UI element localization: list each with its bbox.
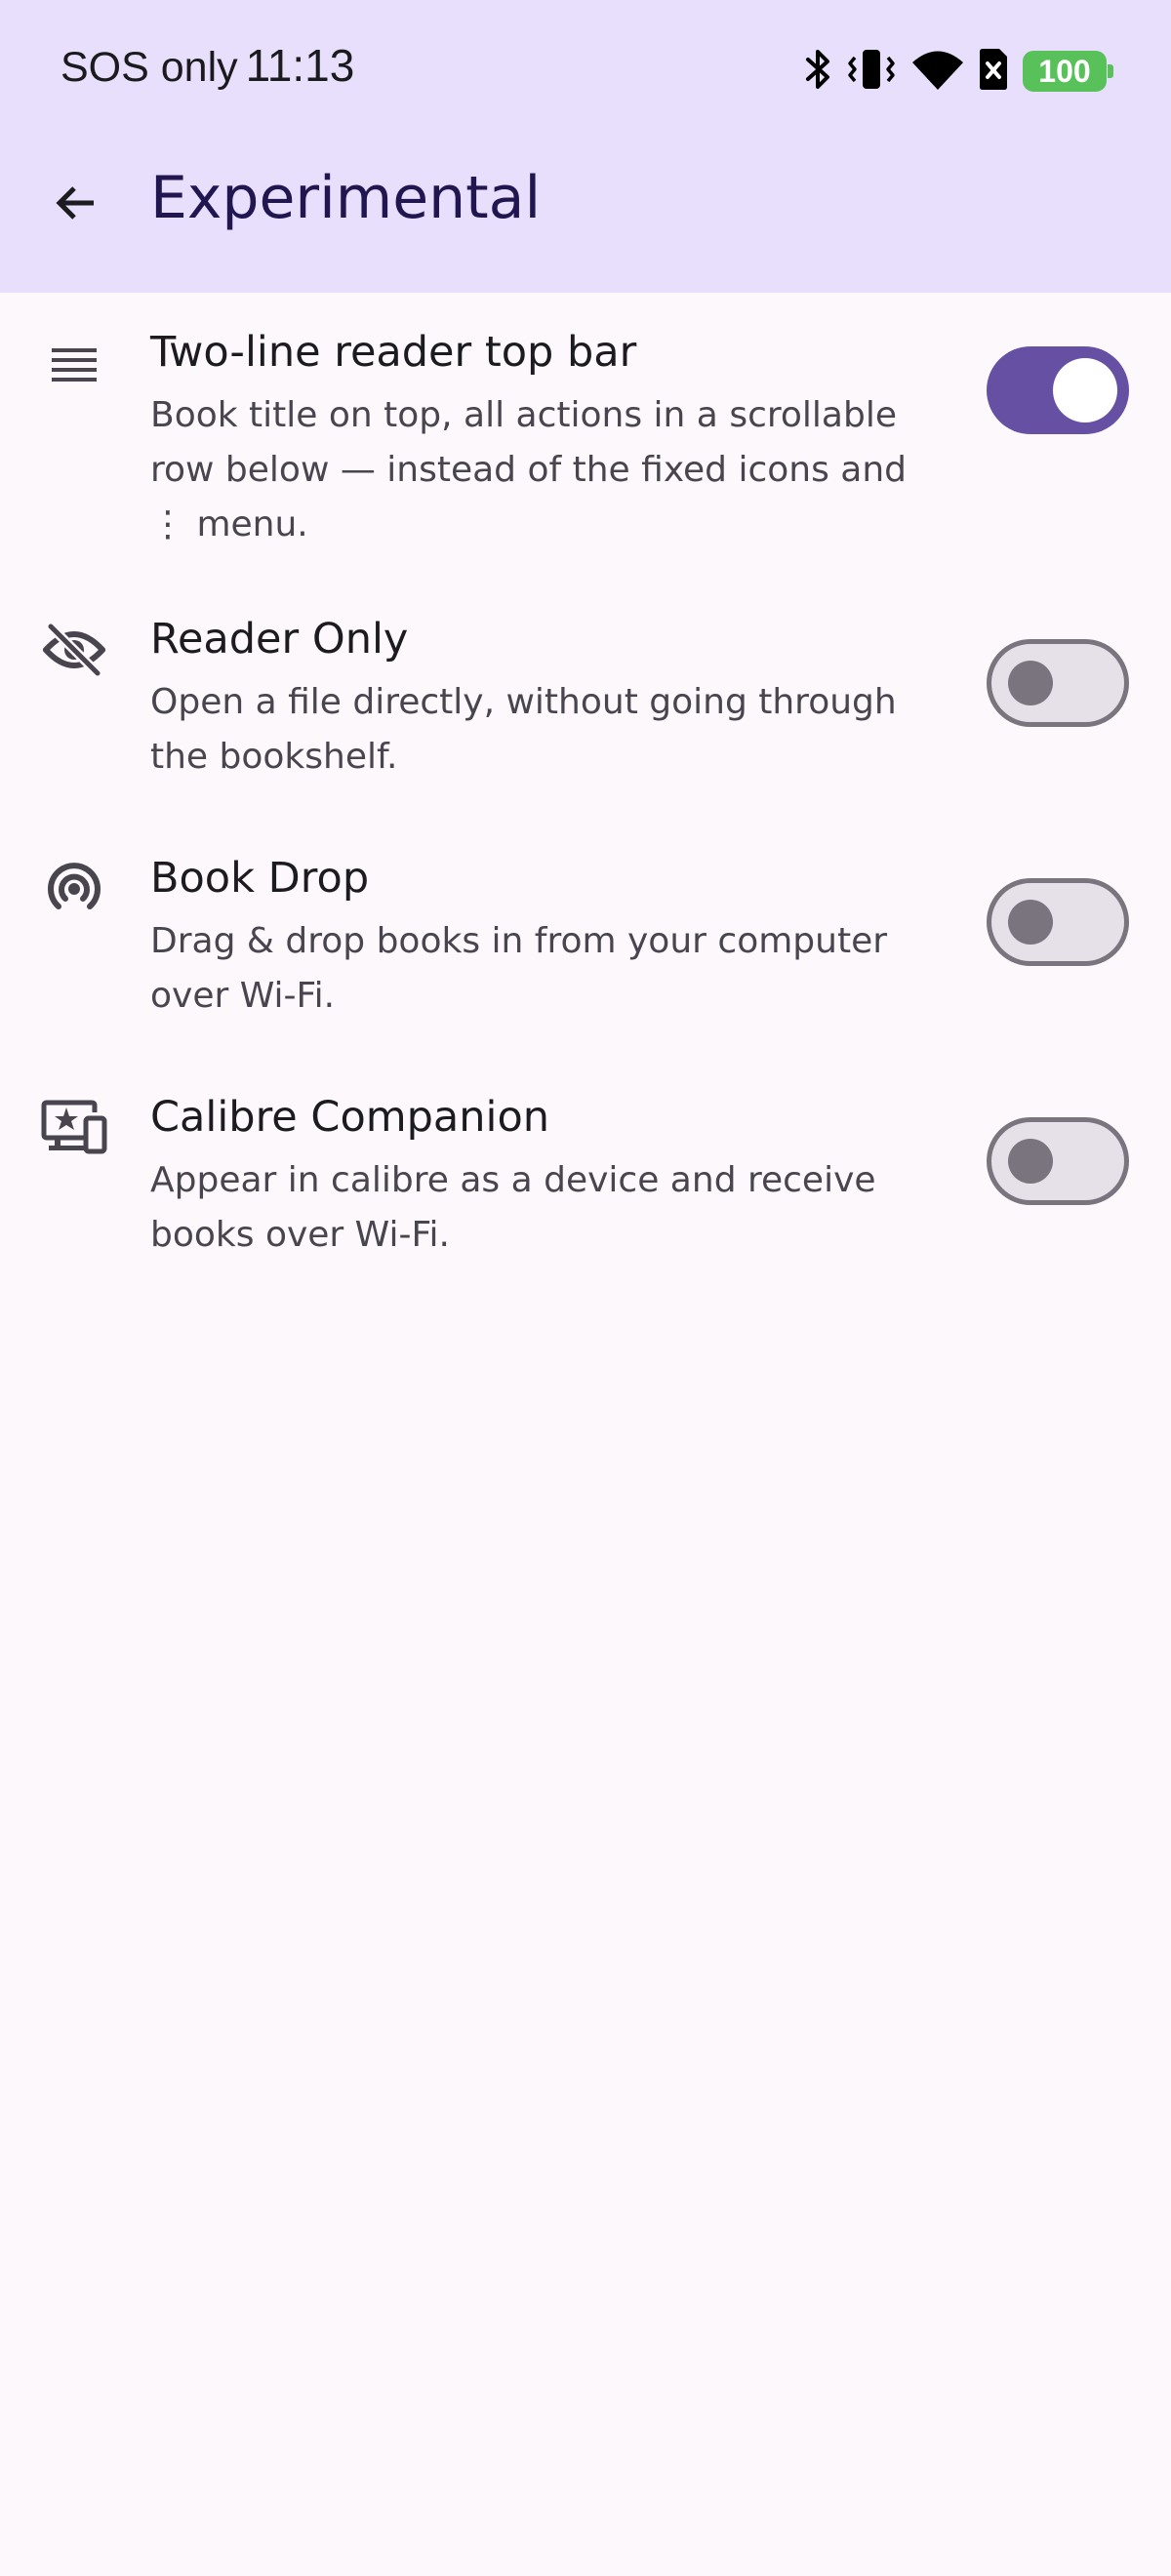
toggle-thumb — [1008, 900, 1053, 945]
setting-row-two-line-top-bar[interactable]: Two-line reader top bar Book title on to… — [0, 293, 1171, 585]
book-drop-toggle[interactable] — [987, 878, 1129, 966]
two-line-top-bar-toggle[interactable] — [987, 346, 1129, 434]
back-button[interactable] — [37, 166, 115, 244]
setting-description: Drag & drop books in from your computer … — [150, 921, 888, 1016]
status-left: SOS only 11:13 — [61, 39, 354, 92]
setting-row-book-drop[interactable]: Book Drop Drag & drop books in from your… — [0, 825, 1171, 1064]
carrier-text: SOS only — [61, 44, 238, 91]
toggle-thumb — [1053, 358, 1117, 423]
clock: 11:13 — [245, 40, 355, 91]
lines-icon — [39, 332, 109, 402]
setting-title: Reader Only — [150, 615, 409, 664]
vibrate-icon — [845, 48, 898, 95]
setting-description: Open a file directly, without going thro… — [150, 682, 897, 777]
battery-icon: 100 — [1023, 51, 1113, 92]
sim-icon — [978, 48, 1009, 95]
visibility-off-icon — [39, 615, 109, 685]
status-bar: SOS only 11:13 100 — [0, 0, 1171, 137]
status-icons: 100 — [804, 47, 1113, 96]
arrow-back-icon — [53, 180, 100, 230]
broadcast-icon — [39, 854, 109, 924]
setting-description: Book title on top, all actions in a scro… — [150, 395, 908, 544]
toggle-thumb — [1008, 1139, 1053, 1184]
app-bar: SOS only 11:13 100 Experimental — [0, 0, 1171, 293]
toggle-thumb — [1008, 661, 1053, 705]
setting-row-calibre-companion[interactable]: Calibre Companion Appear in calibre as a… — [0, 1064, 1171, 1303]
devices-star-icon — [39, 1093, 109, 1163]
setting-row-reader-only[interactable]: Reader Only Open a file directly, withou… — [0, 585, 1171, 825]
setting-title: Calibre Companion — [150, 1093, 550, 1142]
reader-only-toggle[interactable] — [987, 639, 1129, 727]
calibre-companion-toggle[interactable] — [987, 1117, 1129, 1205]
page-title: Experimental — [150, 164, 542, 232]
setting-description: Appear in calibre as a device and receiv… — [150, 1160, 876, 1255]
bluetooth-icon — [804, 48, 831, 95]
wifi-icon — [911, 48, 964, 95]
setting-title: Book Drop — [150, 854, 370, 903]
setting-title: Two-line reader top bar — [150, 328, 637, 377]
